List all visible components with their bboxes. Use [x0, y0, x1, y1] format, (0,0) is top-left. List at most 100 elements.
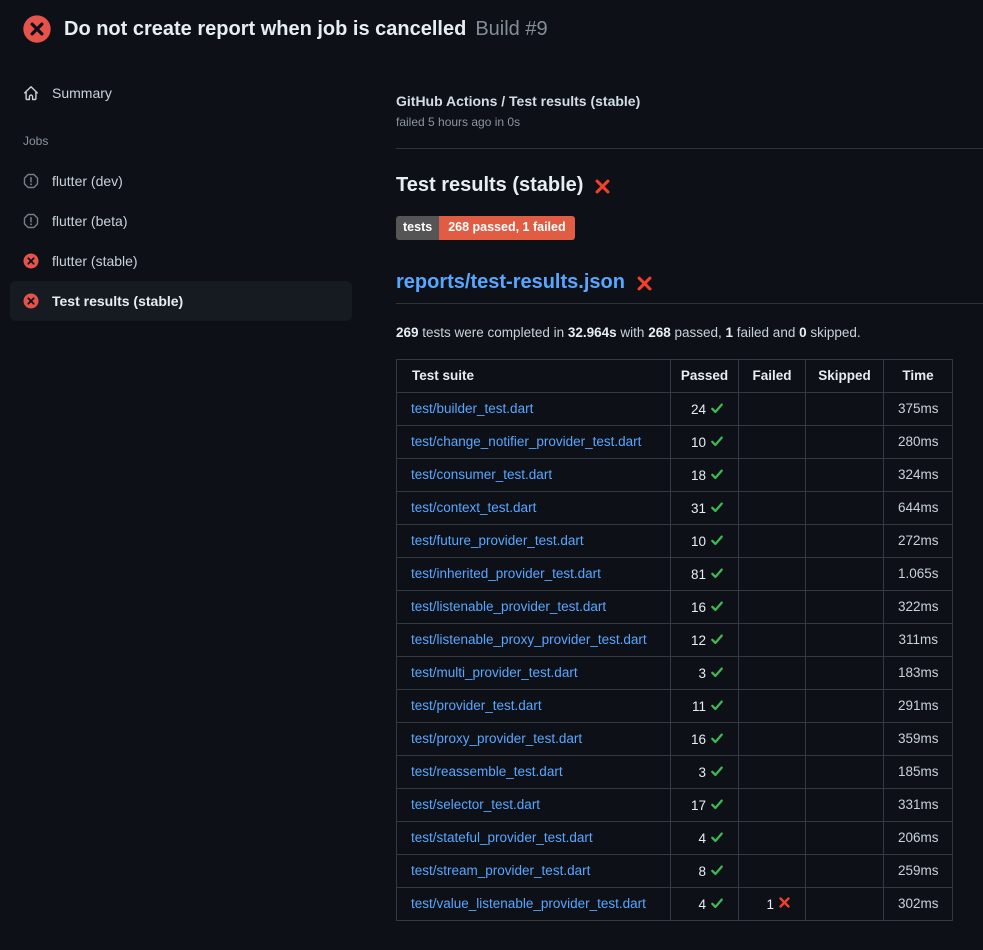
pass-check-cell: 16: [671, 722, 739, 755]
test-suite-link[interactable]: test/builder_test.dart: [411, 401, 533, 416]
fail-x-cell: [739, 854, 806, 887]
skipped-cell: [806, 590, 884, 623]
test-suite-link[interactable]: test/reassemble_test.dart: [411, 764, 563, 779]
time-cell: 259ms: [884, 854, 953, 887]
summary-segment: skipped.: [807, 325, 861, 340]
home-icon: [23, 85, 39, 101]
main-content: GitHub Actions / Test results (stable) f…: [396, 44, 983, 921]
count-value: 16: [691, 599, 706, 614]
pass-check-icon: [706, 467, 724, 482]
summary-segment: 32.964s: [568, 325, 617, 340]
count-value: 12: [691, 632, 706, 647]
test-results-table: Test suitePassedFailedSkippedTime test/b…: [396, 359, 953, 921]
test-suite-link[interactable]: test/value_listenable_provider_test.dart: [411, 896, 646, 911]
x-circle-icon: [23, 253, 39, 269]
test-suite-link[interactable]: test/listenable_proxy_provider_test.dart: [411, 632, 647, 647]
time-cell: 359ms: [884, 722, 953, 755]
skipped-cell: [806, 722, 884, 755]
count-value: 81: [691, 566, 706, 581]
pass-check-icon: [706, 401, 724, 416]
fail-x-cell: [739, 557, 806, 590]
pass-check-cell: 10: [671, 425, 739, 458]
fail-x-cell: [739, 458, 806, 491]
summary-segment: with: [617, 325, 649, 340]
pass-check-cell: 81: [671, 557, 739, 590]
table-row: test/context_test.dart 31 644ms: [397, 491, 953, 524]
pass-check-cell: 4: [671, 821, 739, 854]
count-value: 3: [698, 665, 706, 680]
test-suite-link[interactable]: test/stateful_provider_test.dart: [411, 830, 593, 845]
test-suite-link[interactable]: test/multi_provider_test.dart: [411, 665, 578, 680]
pass-check-cell: 10: [671, 524, 739, 557]
count-value: 8: [698, 863, 706, 878]
table-row: test/stateful_provider_test.dart 4 206ms: [397, 821, 953, 854]
time-cell: 1.065s: [884, 557, 953, 590]
count-value: 10: [691, 533, 706, 548]
jobs-section-label: Jobs: [23, 134, 368, 148]
test-suite-link[interactable]: test/proxy_provider_test.dart: [411, 731, 582, 746]
skipped-cell: [806, 458, 884, 491]
table-row: test/reassemble_test.dart3185ms: [397, 755, 953, 788]
pass-check-icon: [706, 599, 724, 614]
table-row: test/listenable_proxy_provider_test.dart…: [397, 623, 953, 656]
breadcrumb: GitHub Actions / Test results (stable): [396, 93, 983, 109]
job-status-line: failed 5 hours ago in 0s: [396, 115, 983, 129]
badge-label: tests: [396, 216, 439, 240]
sidebar-item-summary[interactable]: Summary: [10, 73, 352, 113]
table-row: test/consumer_test.dart18324ms: [397, 458, 953, 491]
sidebar-item-flutter-stable[interactable]: flutter (stable): [10, 241, 352, 281]
skipped-cell: [806, 524, 884, 557]
pass-check-cell: 31: [671, 491, 739, 524]
pass-check-icon: [706, 533, 724, 548]
section-heading-text: Test results (stable): [396, 174, 583, 197]
pass-check-cell: 11: [671, 689, 739, 722]
sidebar-item-test-results-stable[interactable]: Test results (stable): [10, 281, 352, 321]
time-cell: 280ms: [884, 425, 953, 458]
sidebar-item-flutter-beta[interactable]: flutter (beta): [10, 201, 352, 241]
test-suite-link[interactable]: test/stream_provider_test.dart: [411, 863, 590, 878]
summary-segment: 0: [799, 325, 807, 340]
skipped-cell: [806, 425, 884, 458]
count-value: 17: [691, 797, 706, 812]
pass-check-icon: [706, 434, 724, 449]
test-suite-link[interactable]: test/context_test.dart: [411, 500, 536, 515]
skipped-cell: [806, 788, 884, 821]
table-row: test/change_notifier_provider_test.dart 1…: [397, 425, 953, 458]
failed-x-circle-icon: [22, 14, 52, 44]
fail-x-cell: 1: [739, 887, 806, 920]
pass-check-icon: [706, 731, 724, 746]
fail-x-cell: [739, 623, 806, 656]
skipped-cell: [806, 821, 884, 854]
table-row: test/provider_test.dart11291ms: [397, 689, 953, 722]
test-suite-link[interactable]: test/consumer_test.dart: [411, 467, 552, 482]
count-value: 11: [692, 698, 706, 713]
count-value: 16: [691, 731, 706, 746]
time-cell: 322ms: [884, 590, 953, 623]
section-heading: Test results (stable): [396, 174, 983, 197]
skipped-cell: [806, 557, 884, 590]
table-header-row: Test suitePassedFailedSkippedTime: [397, 359, 953, 392]
page-header: Do not create report when job is cancell…: [0, 0, 983, 44]
job-label: flutter (beta): [52, 213, 127, 229]
time-cell: 644ms: [884, 491, 953, 524]
skipped-cell: [806, 689, 884, 722]
cancelled-stop-icon: [23, 213, 39, 229]
test-suite-link[interactable]: test/provider_test.dart: [411, 698, 542, 713]
test-suite-link[interactable]: test/inherited_provider_test.dart: [411, 566, 601, 581]
time-cell: 331ms: [884, 788, 953, 821]
time-cell: 206ms: [884, 821, 953, 854]
test-suite-link[interactable]: test/future_provider_test.dart: [411, 533, 584, 548]
skipped-cell: [806, 623, 884, 656]
test-suite-cell: test/multi_provider_test.dart: [397, 656, 671, 689]
test-suite-link[interactable]: test/listenable_provider_test.dart: [411, 599, 606, 614]
test-suite-link[interactable]: test/change_notifier_provider_test.dart: [411, 434, 641, 449]
skipped-cell: [806, 392, 884, 425]
sidebar-item-flutter-dev[interactable]: flutter (dev): [10, 161, 352, 201]
fail-x-icon: [774, 896, 791, 911]
column-header-skipped: Skipped: [806, 359, 884, 392]
report-file-link[interactable]: reports/test-results.json: [396, 271, 625, 294]
test-suite-link[interactable]: test/selector_test.dart: [411, 797, 540, 812]
test-suite-cell: test/listenable_proxy_provider_test.dart: [397, 623, 671, 656]
count-value: 24: [691, 401, 706, 416]
column-header-time: Time: [884, 359, 953, 392]
